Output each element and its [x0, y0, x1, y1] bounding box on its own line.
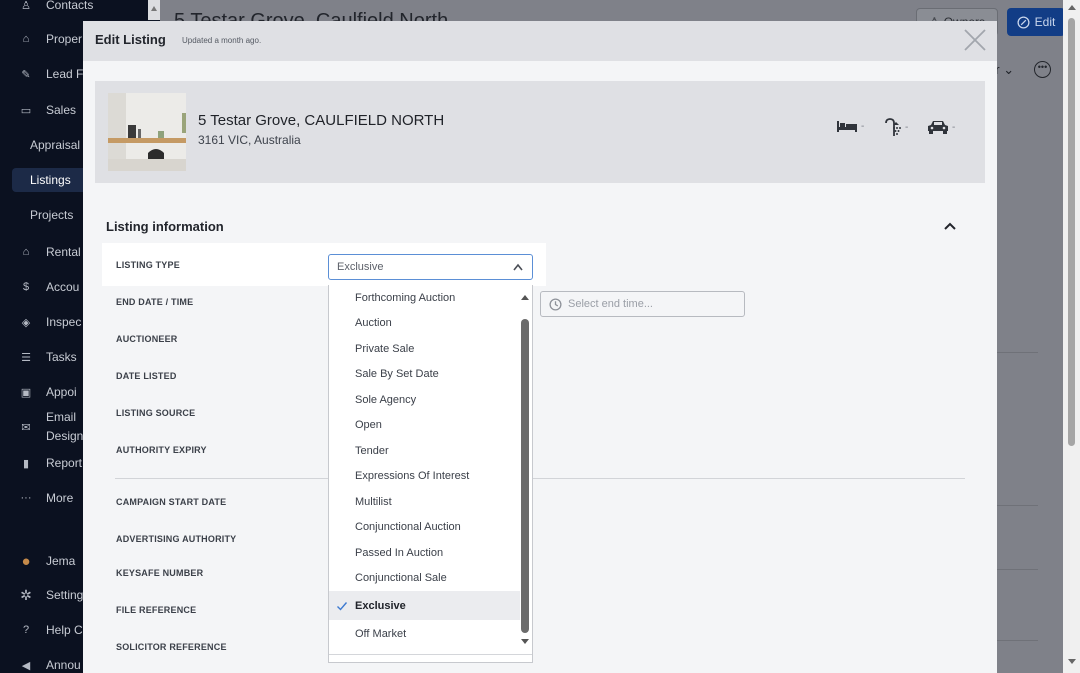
chevron-down-icon: ⌄ [1003, 62, 1015, 77]
scrollbar-thumb[interactable] [1068, 18, 1075, 446]
carspaces-feature: - [927, 119, 955, 135]
option-conjunctional-sale[interactable]: Conjunctional Sale [329, 565, 520, 590]
scroll-up-arrow-icon[interactable] [521, 295, 529, 300]
scroll-up-arrow-icon[interactable] [1068, 5, 1076, 10]
announcements-icon: ◀ [21, 659, 31, 672]
divider [115, 478, 965, 479]
page-scrollbar[interactable] [1063, 0, 1080, 673]
modal-subtitle: Updated a month ago. [182, 36, 262, 45]
end-time-input[interactable]: Select end time... [540, 291, 745, 317]
edit-button[interactable]: Edit [1007, 8, 1065, 36]
property-photo [108, 93, 186, 171]
divider [996, 352, 1038, 353]
chevron-up-icon[interactable] [943, 219, 957, 233]
dropdown-scrollbar[interactable] [518, 285, 532, 655]
date-listed-label: DATE LISTED [116, 371, 177, 381]
option-expressions-of-interest[interactable]: Expressions Of Interest [329, 463, 520, 488]
rentals-icon: ⌂ [22, 246, 30, 258]
check-icon [337, 602, 348, 611]
help-icon: ? [22, 624, 30, 636]
chevron-up-icon [513, 263, 523, 271]
inspections-icon: ◈ [21, 316, 31, 329]
reports-icon: ▮ [22, 457, 30, 470]
sidebar-subitem-projects[interactable]: Projects [30, 203, 73, 227]
home-icon: ⌂ [22, 33, 30, 45]
option-off-market[interactable]: Off Market [329, 621, 520, 646]
divider [329, 654, 532, 655]
option-passed-in-auction[interactable]: Passed In Auction [329, 540, 520, 565]
campaign-start-date-label: CAMPAIGN START DATE [116, 497, 227, 507]
email-icon: ✉ [21, 421, 31, 434]
listing-type-row: LISTING TYPE Exclusive [102, 243, 546, 286]
modal-header: Edit Listing Updated a month ago. [83, 21, 997, 61]
bed-icon [837, 121, 857, 132]
option-conjunctional-auction[interactable]: Conjunctional Auction [329, 514, 520, 539]
file-reference-label: FILE REFERENCE [116, 605, 197, 615]
car-icon [928, 121, 948, 134]
scroll-down-arrow-icon[interactable] [1068, 659, 1076, 664]
option-private-sale[interactable]: Private Sale [329, 336, 520, 361]
sidebar-subitem-appraisals[interactable]: Appraisal [30, 133, 80, 157]
option-auction[interactable]: Auction [329, 310, 520, 335]
scrollbar-thumb[interactable] [521, 319, 529, 633]
sidebar-item-contacts[interactable]: ♙ Contacts [0, 0, 148, 18]
edit-listing-modal: Edit Listing Updated a month ago. 5 Test… [83, 21, 997, 673]
option-sole-agency[interactable]: Sole Agency [329, 387, 520, 412]
option-open[interactable]: Open [329, 412, 520, 437]
listing-type-select[interactable]: Exclusive [328, 254, 533, 280]
option-tender[interactable]: Tender [329, 438, 520, 463]
option-multilist[interactable]: Multilist [329, 489, 520, 514]
sales-icon: ▭ [20, 104, 32, 117]
sidebar-scroll-up[interactable] [148, 0, 160, 20]
more-icon: ··· [20, 492, 32, 504]
option-sale-by-set-date[interactable]: Sale By Set Date [329, 361, 520, 386]
bathrooms-feature: - [884, 117, 908, 137]
scroll-down-arrow-icon[interactable] [521, 639, 529, 644]
accounts-icon: $ [22, 281, 30, 293]
option-exclusive[interactable]: Exclusive [329, 591, 520, 620]
listing-source-label: LISTING SOURCE [116, 408, 196, 418]
avatar: ● [21, 552, 31, 570]
end-date-label: END DATE / TIME [116, 297, 194, 307]
listing-information-heading: Listing information [106, 219, 224, 234]
bedrooms-feature: - [836, 119, 864, 133]
settings-icon: ✲ [20, 586, 32, 603]
edit-icon [1017, 15, 1030, 29]
keysafe-number-label: KEYSAFE NUMBER [116, 568, 204, 578]
clock-icon [549, 297, 562, 311]
more-options-icon[interactable]: ••• [1034, 61, 1051, 78]
close-icon[interactable] [962, 27, 988, 53]
auctioneer-label: AUCTIONEER [116, 334, 178, 344]
modal-title: Edit Listing [95, 32, 166, 47]
advertising-authority-label: ADVERTISING AUTHORITY [116, 534, 237, 544]
divider [996, 505, 1038, 506]
solicitor-reference-label: SOLICITOR REFERENCE [116, 642, 227, 652]
tasks-icon: ☰ [21, 351, 31, 364]
divider [996, 640, 1038, 641]
contacts-icon: ♙ [21, 0, 31, 12]
shower-icon [885, 118, 901, 136]
appointments-icon: ▣ [20, 386, 32, 399]
divider [996, 569, 1038, 570]
property-summary-card: 5 Testar Grove, CAULFIELD NORTH 3161 VIC… [95, 81, 985, 183]
listing-type-dropdown-menu: Forthcoming Auction Auction Private Sale… [328, 285, 533, 663]
lead-icon: ✎ [21, 68, 31, 81]
property-address: 5 Testar Grove, CAULFIELD NORTH [198, 112, 445, 129]
property-location: 3161 VIC, Australia [198, 133, 301, 147]
option-forthcoming-auction[interactable]: Forthcoming Auction [329, 285, 520, 310]
authority-expiry-label: AUTHORITY EXPIRY [116, 445, 207, 455]
listing-type-label: LISTING TYPE [116, 260, 180, 270]
